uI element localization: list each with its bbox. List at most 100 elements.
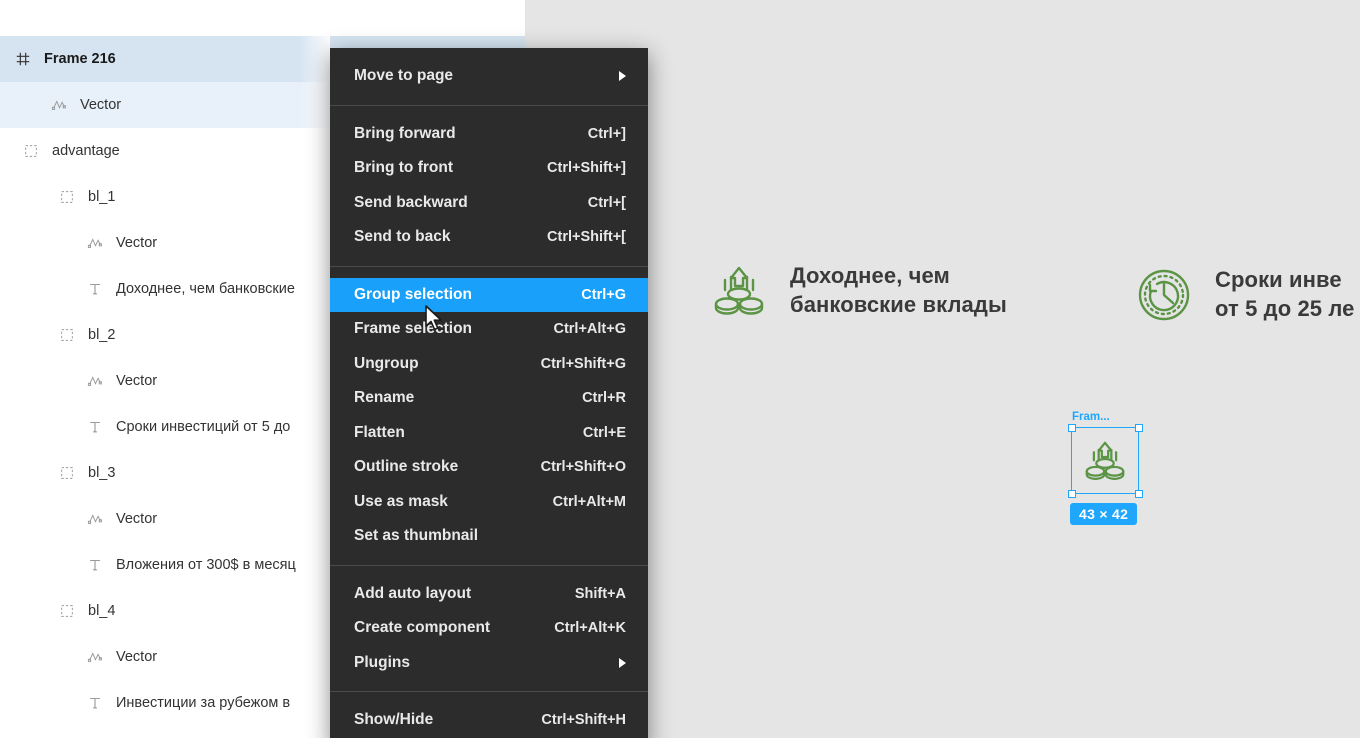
- menu-item-label: Group selection: [354, 285, 472, 303]
- text-type-icon: [86, 694, 104, 712]
- menu-item[interactable]: Flatten Ctrl+E: [330, 416, 648, 451]
- layer-row-label: advantage: [52, 143, 120, 159]
- vector-path-icon: [86, 234, 104, 252]
- menu-item[interactable]: Set as thumbnail: [330, 519, 648, 554]
- canvas-card-2-line2: от 5 до 25 ле: [1215, 296, 1355, 321]
- context-menu[interactable]: Move to page Bring forward Ctrl+] Bring to …: [330, 48, 648, 738]
- text-type-icon: [86, 556, 104, 574]
- menu-section: Group selection Ctrl+G Frame selection Ctrl…: [330, 267, 648, 565]
- canvas-card-1-line2: банковские вклады: [790, 292, 1007, 317]
- coins-growth-icon: [710, 262, 768, 320]
- menu-item-shortcut: Ctrl+G: [581, 286, 626, 303]
- coins-growth-icon: [1082, 438, 1128, 484]
- menu-item[interactable]: Rename Ctrl+R: [330, 381, 648, 416]
- frame-hash-icon: [14, 50, 32, 68]
- menu-item-label: Use as mask: [354, 492, 448, 510]
- menu-item-shortcut: Ctrl+Alt+K: [554, 620, 626, 637]
- menu-item[interactable]: Create component Ctrl+Alt+K: [330, 611, 648, 646]
- text-type-icon: [86, 280, 104, 298]
- menu-item-shortcut: Ctrl+R: [582, 390, 626, 407]
- menu-item[interactable]: Plugins: [330, 646, 648, 681]
- menu-item[interactable]: Outline stroke Ctrl+Shift+O: [330, 450, 648, 485]
- group-dashed-icon: [58, 326, 76, 344]
- menu-item[interactable]: Send backward Ctrl+[: [330, 186, 648, 221]
- menu-item-shortcut: Ctrl+[: [587, 194, 626, 211]
- layer-row-label: Инвестиции за рубежом в: [116, 695, 291, 711]
- canvas-card-2[interactable]: Сроки инве от 5 до 25 ле: [1135, 266, 1354, 324]
- menu-item[interactable]: Move to page: [330, 59, 648, 94]
- resize-handle-bottom-left[interactable]: [1067, 489, 1076, 498]
- text-type-icon: [86, 418, 104, 436]
- submenu-arrow-icon: [619, 71, 626, 82]
- menu-item-label: Ungroup: [354, 354, 419, 372]
- menu-item[interactable]: Bring to front Ctrl+Shift+]: [330, 151, 648, 186]
- menu-item-shortcut: Ctrl+Shift+H: [541, 712, 626, 729]
- canvas-card-1-text: Доходнее, чем банковские вклады: [790, 262, 1007, 319]
- menu-item-shortcut: Ctrl+E: [582, 424, 626, 441]
- layer-row-label: Frame 216: [44, 51, 116, 67]
- menu-item-label: Frame selection: [354, 320, 473, 338]
- canvas-card-2-line1: Сроки инве: [1215, 267, 1342, 293]
- menu-item-label: Move to page: [354, 67, 454, 85]
- layer-row-label: Vector: [116, 649, 158, 665]
- layer-row-label: bl_2: [88, 327, 116, 343]
- menu-item-shortcut: Ctrl+Shift+[: [547, 229, 626, 246]
- menu-item[interactable]: Ungroup Ctrl+Shift+G: [330, 347, 648, 382]
- menu-section: Show/Hide Ctrl+Shift+H: [330, 692, 648, 738]
- menu-item-shortcut: Ctrl+Shift+]: [547, 160, 626, 177]
- menu-item[interactable]: Add auto layout Shift+A: [330, 577, 648, 612]
- resize-handle-top-right[interactable]: [1134, 423, 1143, 432]
- vector-path-icon: [50, 96, 68, 114]
- clock-history-icon: [1135, 266, 1193, 324]
- layer-row-label: Vector: [116, 235, 158, 251]
- menu-item-shortcut: Ctrl+Alt+M: [552, 493, 626, 510]
- menu-item-label: Set as thumbnail: [354, 527, 479, 545]
- group-dashed-icon: [58, 188, 76, 206]
- menu-item-label: Add auto layout: [354, 584, 472, 602]
- vector-path-icon: [86, 648, 104, 666]
- menu-item-shortcut: Ctrl+Alt+G: [553, 321, 626, 338]
- canvas-card-1-line1: Доходнее, чем: [790, 263, 950, 289]
- menu-item[interactable]: Send to back Ctrl+Shift+[: [330, 220, 648, 255]
- menu-item-shortcut: Ctrl+]: [587, 125, 626, 142]
- resize-handle-bottom-right[interactable]: [1134, 489, 1143, 498]
- layer-row-label: Доходнее, чем банковские: [116, 281, 295, 297]
- menu-item[interactable]: Frame selection Ctrl+Alt+G: [330, 312, 648, 347]
- selected-frame-label: Fram...: [1072, 411, 1110, 423]
- layers-panel-top-strip: [0, 0, 525, 36]
- menu-item-shortcut: Ctrl+Shift+G: [540, 355, 626, 372]
- menu-item-label: Rename: [354, 389, 415, 407]
- group-dashed-icon: [58, 602, 76, 620]
- menu-item-label: Bring to front: [354, 159, 454, 177]
- menu-item-label: Send backward: [354, 193, 468, 211]
- menu-item[interactable]: Show/Hide Ctrl+Shift+H: [330, 703, 648, 738]
- layer-row-label: Vector: [80, 97, 122, 113]
- layer-row-label: bl_1: [88, 189, 116, 205]
- menu-item-label: Bring forward: [354, 124, 456, 142]
- menu-item-label: Plugins: [354, 653, 410, 671]
- menu-item[interactable]: Bring forward Ctrl+]: [330, 117, 648, 152]
- menu-section: Move to page: [330, 48, 648, 105]
- selection-size-badge: 43 × 42: [1070, 503, 1138, 525]
- layer-row-label: Вложения от 300$ в месяц: [116, 557, 296, 573]
- menu-item-label: Show/Hide: [354, 711, 434, 729]
- group-dashed-icon: [22, 142, 40, 160]
- canvas-card-1[interactable]: Доходнее, чем банковские вклады: [710, 262, 1007, 320]
- layer-row-label: Vector: [116, 511, 158, 527]
- group-dashed-icon: [58, 464, 76, 482]
- menu-item-shortcut: Shift+A: [574, 585, 626, 602]
- submenu-arrow-icon: [619, 657, 626, 668]
- menu-item-label: Create component: [354, 619, 491, 637]
- menu-item-label: Outline stroke: [354, 458, 459, 476]
- menu-item[interactable]: Use as mask Ctrl+Alt+M: [330, 485, 648, 520]
- menu-section: Bring forward Ctrl+] Bring to front Ctrl+Sh…: [330, 106, 648, 266]
- menu-item-label: Flatten: [354, 423, 405, 441]
- menu-item[interactable]: Group selection Ctrl+G: [330, 277, 648, 312]
- layer-row-label: Сроки инвестиций от 5 до: [116, 419, 291, 435]
- resize-handle-top-left[interactable]: [1067, 423, 1076, 432]
- selected-frame-outline[interactable]: Fram...: [1067, 411, 1143, 498]
- menu-section: Add auto layout Shift+A Create component Ct…: [330, 566, 648, 692]
- layer-row-label: bl_4: [88, 603, 116, 619]
- layer-row-label: bl_3: [88, 465, 116, 481]
- canvas-card-2-text: Сроки инве от 5 до 25 ле: [1215, 266, 1354, 323]
